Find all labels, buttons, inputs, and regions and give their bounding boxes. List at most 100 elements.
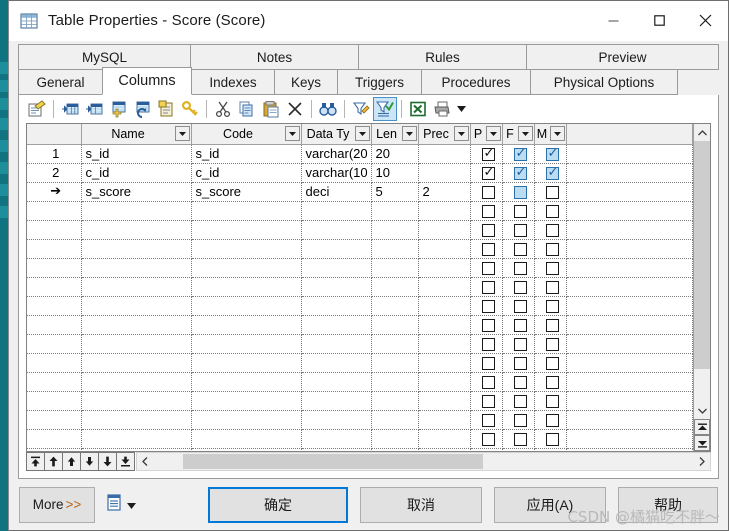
column-header-name[interactable]: Name (81, 124, 191, 144)
table-row[interactable] (27, 201, 693, 220)
cell-f[interactable] (502, 334, 534, 353)
more-button[interactable]: More>> (19, 487, 95, 523)
cell-f[interactable] (502, 296, 534, 315)
cell-datatype[interactable] (301, 239, 371, 258)
row-number-cell[interactable]: ➔ (27, 182, 81, 201)
checkbox[interactable] (546, 357, 559, 370)
cell-prec[interactable] (418, 391, 470, 410)
cell-len[interactable] (371, 353, 418, 372)
table-row[interactable] (27, 391, 693, 410)
cell-datatype[interactable]: deci (301, 182, 371, 201)
checkbox[interactable] (482, 414, 495, 427)
checkbox[interactable] (546, 395, 559, 408)
cell-name[interactable] (81, 296, 191, 315)
checkbox[interactable] (514, 281, 527, 294)
cell-m[interactable]: ✓ (534, 144, 566, 163)
checkbox[interactable] (546, 433, 559, 446)
checkbox[interactable] (482, 224, 495, 237)
checkbox[interactable]: ✓ (482, 167, 495, 180)
table-row[interactable]: 2c_idc_idvarchar(1010✓✓✓ (27, 163, 693, 182)
chevron-down-icon[interactable] (355, 126, 370, 141)
scroll-down-button[interactable] (694, 402, 710, 419)
table-row[interactable] (27, 239, 693, 258)
column-header-len[interactable]: Len (371, 124, 418, 144)
cell-name[interactable] (81, 391, 191, 410)
properties-icon[interactable] (25, 97, 49, 121)
cell-p[interactable] (470, 372, 502, 391)
cell-m[interactable] (534, 448, 566, 451)
checkbox[interactable] (546, 338, 559, 351)
tab-keys[interactable]: Keys (274, 69, 338, 95)
table-row[interactable]: 1s_ids_idvarchar(2020✓✓✓ (27, 144, 693, 163)
cell-code[interactable] (191, 410, 301, 429)
cancel-button[interactable]: 取消 (360, 487, 482, 523)
excel-export-icon[interactable] (406, 97, 430, 121)
cell-prec[interactable] (418, 429, 470, 448)
cut-icon[interactable] (211, 97, 235, 121)
hscroll-thumb[interactable] (183, 454, 483, 469)
cell-len[interactable]: 10 (371, 163, 418, 182)
chevron-down-icon[interactable] (127, 496, 136, 514)
cell-len[interactable] (371, 391, 418, 410)
cell-prec[interactable] (418, 239, 470, 258)
tab-rules[interactable]: Rules (358, 44, 527, 70)
cell-datatype[interactable] (301, 220, 371, 239)
table-row[interactable] (27, 296, 693, 315)
cell-code[interactable] (191, 220, 301, 239)
cell-f[interactable] (502, 239, 534, 258)
row-number-cell[interactable] (27, 391, 81, 410)
checkbox[interactable] (514, 186, 527, 199)
checkbox[interactable] (546, 224, 559, 237)
cell-m[interactable] (534, 277, 566, 296)
add-table-icon[interactable] (106, 97, 130, 121)
cell-len[interactable]: 20 (371, 144, 418, 163)
ok-button[interactable]: 确定 (208, 487, 348, 523)
insert-column-icon[interactable] (58, 97, 82, 121)
cell-p[interactable] (470, 391, 502, 410)
prev-page-button[interactable] (44, 452, 63, 471)
checkbox[interactable] (546, 262, 559, 275)
cell-f[interactable] (502, 277, 534, 296)
table-row[interactable] (27, 429, 693, 448)
scroll-page-up-button[interactable] (694, 419, 710, 435)
checkbox[interactable]: ✓ (546, 148, 559, 161)
cell-datatype[interactable] (301, 315, 371, 334)
cell-f[interactable] (502, 429, 534, 448)
cell-prec[interactable] (418, 201, 470, 220)
row-number-cell[interactable] (27, 296, 81, 315)
cell-code[interactable] (191, 334, 301, 353)
column-header-rownum[interactable] (27, 124, 81, 144)
row-number-cell[interactable] (27, 220, 81, 239)
table-row[interactable] (27, 315, 693, 334)
paste-row-icon[interactable] (154, 97, 178, 121)
cell-m[interactable] (534, 296, 566, 315)
cell-f[interactable] (502, 391, 534, 410)
horizontal-scrollbar[interactable] (136, 452, 711, 471)
cell-prec[interactable]: 2 (418, 182, 470, 201)
next-row-button[interactable] (80, 452, 99, 471)
table-row[interactable] (27, 258, 693, 277)
checkbox[interactable] (482, 186, 495, 199)
cell-prec[interactable] (418, 144, 470, 163)
checkbox[interactable] (514, 262, 527, 275)
cell-len[interactable] (371, 220, 418, 239)
filter-apply-icon[interactable] (373, 97, 397, 121)
apply-button[interactable]: 应用(A) (494, 487, 606, 523)
table-row[interactable] (27, 353, 693, 372)
checkbox[interactable] (482, 281, 495, 294)
cell-len[interactable] (371, 201, 418, 220)
checkbox[interactable] (546, 281, 559, 294)
cell-len[interactable] (371, 277, 418, 296)
cell-datatype[interactable] (301, 429, 371, 448)
checkbox[interactable] (514, 338, 527, 351)
checkbox[interactable] (514, 224, 527, 237)
row-number-cell[interactable] (27, 239, 81, 258)
cell-m[interactable] (534, 182, 566, 201)
refresh-table-icon[interactable] (130, 97, 154, 121)
help-button[interactable]: 帮助 (618, 487, 718, 523)
checkbox[interactable] (546, 414, 559, 427)
cell-f[interactable] (502, 372, 534, 391)
cell-datatype[interactable] (301, 258, 371, 277)
cell-code[interactable] (191, 372, 301, 391)
cell-p[interactable] (470, 410, 502, 429)
